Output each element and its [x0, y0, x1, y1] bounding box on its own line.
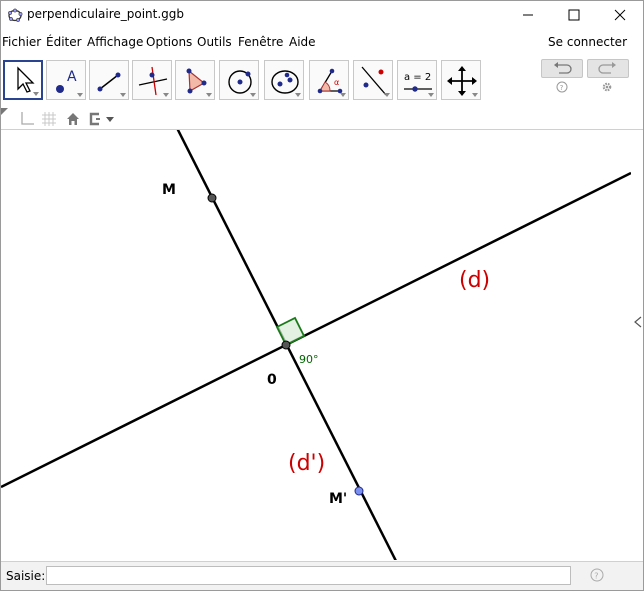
- move-tool-button[interactable]: [3, 60, 43, 100]
- move-graphics-view-button[interactable]: [441, 60, 481, 100]
- menu-outils[interactable]: Outils: [197, 35, 232, 49]
- help-icon[interactable]: ?: [556, 81, 568, 93]
- point-O[interactable]: [281, 340, 291, 350]
- tool-menu-indicator: [384, 93, 390, 97]
- stylebar-toggle-icon[interactable]: [1, 108, 9, 116]
- geogebra-app-icon: [8, 8, 23, 22]
- reflect-tool-button[interactable]: [353, 60, 393, 100]
- menu-fenetre[interactable]: Fenêtre: [238, 35, 283, 49]
- input-help-icon[interactable]: ?: [590, 568, 604, 582]
- right-angle-marker[interactable]: [275, 316, 306, 347]
- undo-button[interactable]: [541, 59, 583, 78]
- slider-label-text: a = 2: [404, 72, 431, 83]
- label-style-icon[interactable]: [87, 111, 117, 127]
- maximize-icon: [568, 9, 580, 21]
- svg-text:A: A: [67, 69, 77, 85]
- input-bar: Saisie: ?: [1, 561, 643, 590]
- menu-affichage[interactable]: Affichage: [87, 35, 143, 49]
- line-d[interactable]: [1, 171, 631, 489]
- input-field[interactable]: [46, 566, 571, 585]
- slider-tool-button[interactable]: a = 2: [397, 60, 437, 100]
- minimize-icon: [523, 14, 533, 16]
- polygon-tool-button[interactable]: [175, 60, 215, 100]
- input-label: Saisie:: [6, 569, 46, 583]
- undo-icon: [554, 62, 572, 74]
- grid-icon[interactable]: [41, 111, 57, 127]
- close-button[interactable]: [597, 1, 643, 29]
- angle-tool-button[interactable]: α: [309, 60, 349, 100]
- style-bar: [1, 108, 643, 130]
- conic-tool-button[interactable]: [264, 60, 304, 100]
- maximize-button[interactable]: [551, 1, 597, 29]
- tool-menu-indicator: [250, 93, 256, 97]
- perpendicular-tool-button[interactable]: [132, 60, 172, 100]
- title-bar: perpendiculaire_point.ggb: [1, 1, 643, 29]
- tool-menu-indicator: [472, 93, 478, 97]
- label-line-d[interactable]: (d): [459, 268, 490, 293]
- home-icon[interactable]: [65, 111, 81, 127]
- line-tool-button[interactable]: [89, 60, 129, 100]
- label-line-d-prime[interactable]: (d'): [288, 451, 325, 476]
- settings-gear-icon[interactable]: [601, 81, 613, 93]
- angle-value-label[interactable]: 90°: [299, 353, 319, 366]
- tool-menu-indicator: [340, 93, 346, 97]
- label-M[interactable]: M: [162, 182, 176, 198]
- menu-bar: Fichier Éditer Affichage Options Outils …: [1, 32, 643, 52]
- redo-icon: [598, 62, 616, 74]
- point-tool-button[interactable]: A: [46, 60, 86, 100]
- svg-text:?: ?: [560, 84, 564, 92]
- geogebra-window: perpendiculaire_point.ggb Fichier Éditer…: [0, 0, 644, 591]
- tool-menu-indicator: [120, 93, 126, 97]
- construction-canvas[interactable]: M 0 M' (d) (d') 90°: [1, 130, 631, 560]
- window-title: perpendiculaire_point.ggb: [27, 7, 185, 21]
- redo-button[interactable]: [587, 59, 629, 78]
- angle-alpha-text: α: [334, 78, 339, 87]
- tool-menu-indicator: [295, 93, 301, 97]
- side-panel-toggle-icon[interactable]: [634, 316, 642, 328]
- tool-menu-indicator: [206, 93, 212, 97]
- circle-tool-button[interactable]: [219, 60, 259, 100]
- label-M-prime[interactable]: M': [329, 491, 347, 507]
- toolbar: A α a = 2 ?: [1, 57, 643, 105]
- tool-menu-indicator: [33, 92, 39, 96]
- close-icon: [614, 9, 626, 21]
- tool-menu-indicator: [163, 93, 169, 97]
- menu-options[interactable]: Options: [146, 35, 192, 49]
- point-M-prime[interactable]: [354, 486, 364, 496]
- graphics-view[interactable]: M 0 M' (d) (d') 90°: [1, 130, 631, 560]
- tool-menu-indicator: [428, 93, 434, 97]
- login-link[interactable]: Se connecter: [548, 35, 627, 49]
- menu-editer[interactable]: Éditer: [46, 35, 82, 49]
- minimize-button[interactable]: [505, 1, 551, 29]
- menu-fichier[interactable]: Fichier: [2, 35, 41, 49]
- label-O[interactable]: 0: [267, 372, 277, 388]
- svg-text:?: ?: [594, 572, 598, 581]
- tool-menu-indicator: [77, 93, 83, 97]
- point-M[interactable]: [207, 193, 217, 203]
- axes-icon[interactable]: [19, 111, 35, 127]
- menu-aide[interactable]: Aide: [289, 35, 316, 49]
